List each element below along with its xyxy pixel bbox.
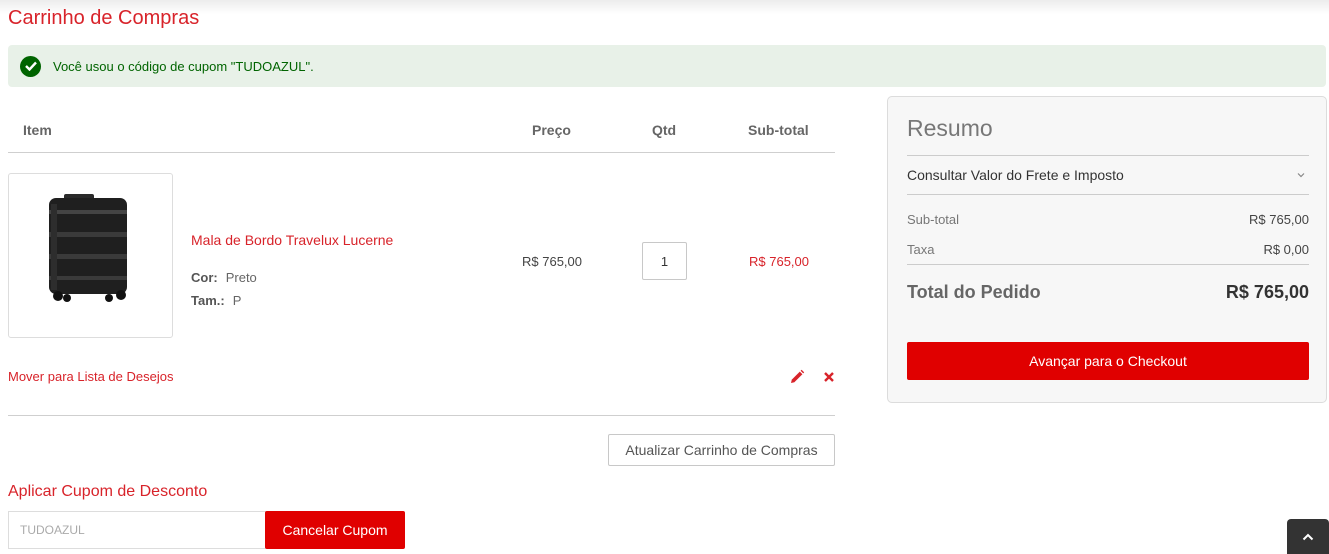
order-summary: Resumo Consultar Valor do Frete e Impost…: [887, 96, 1327, 403]
item-divider: [8, 415, 835, 416]
option-value: P: [232, 293, 242, 308]
check-circle-icon: [20, 55, 41, 77]
chevron-up-icon: [1302, 528, 1314, 546]
option-label: Cor:: [191, 270, 218, 285]
shipping-estimate-label: Consultar Valor do Frete e Imposto: [907, 167, 1124, 183]
coupon-title: Aplicar Cupom de Desconto: [8, 483, 208, 500]
product-option-color: Cor: Preto: [191, 270, 257, 285]
product-option-size: Tam.: P: [191, 293, 241, 308]
chevron-down-icon: [1297, 169, 1305, 181]
summary-subtotal-label: Sub-total: [907, 212, 960, 227]
summary-divider: [907, 264, 1309, 265]
success-message-text: Você usou o código de cupom "TUDOAZUL".: [53, 58, 314, 74]
order-total-row: Total do Pedido R$ 765,00: [907, 282, 1309, 303]
summary-tax-value: R$ 0,00: [1263, 242, 1309, 257]
top-shadow: [0, 0, 1329, 14]
close-icon[interactable]: [823, 369, 837, 385]
item-price: R$ 765,00: [522, 254, 582, 269]
summary-subtotal-row: Sub-total R$ 765,00: [907, 212, 1309, 227]
move-to-wishlist-link[interactable]: Mover para Lista de Desejos: [8, 369, 173, 384]
column-header-qty: Qtd: [652, 122, 677, 138]
column-header-price: Preço: [532, 122, 571, 138]
cancel-coupon-button[interactable]: Cancelar Cupom: [265, 511, 405, 549]
order-total-label: Total do Pedido: [907, 282, 1041, 302]
summary-subtotal-value: R$ 765,00: [1249, 212, 1309, 227]
order-total-value: R$ 765,00: [1225, 282, 1309, 302]
option-value: Preto: [225, 270, 257, 285]
checkout-button[interactable]: Avançar para o Checkout: [907, 342, 1309, 380]
product-name-link[interactable]: Mala de Bordo Travelux Lucerne: [191, 232, 393, 248]
quantity-input[interactable]: [642, 242, 687, 280]
summary-tax-label: Taxa: [907, 242, 935, 257]
header-divider: [8, 152, 835, 153]
update-cart-button[interactable]: Atualizar Carrinho de Compras: [608, 434, 835, 466]
shipping-estimate-toggle[interactable]: Consultar Valor do Frete e Imposto: [907, 155, 1309, 195]
item-subtotal: R$ 765,00: [749, 254, 809, 269]
suitcase-image: [49, 194, 127, 302]
option-label: Tam.:: [191, 293, 225, 308]
pencil-icon[interactable]: [789, 369, 805, 385]
column-header-subtotal: Sub-total: [748, 122, 809, 138]
summary-tax-row: Taxa R$ 0,00: [907, 242, 1309, 257]
summary-title: Resumo: [907, 115, 993, 141]
coupon-code-input[interactable]: [8, 511, 266, 549]
column-header-item: Item: [23, 122, 52, 138]
success-message: Você usou o código de cupom "TUDOAZUL".: [8, 45, 1326, 87]
product-image[interactable]: [8, 173, 173, 338]
page-title: Carrinho de Compras: [8, 7, 200, 29]
scroll-to-top-button[interactable]: [1287, 519, 1329, 554]
